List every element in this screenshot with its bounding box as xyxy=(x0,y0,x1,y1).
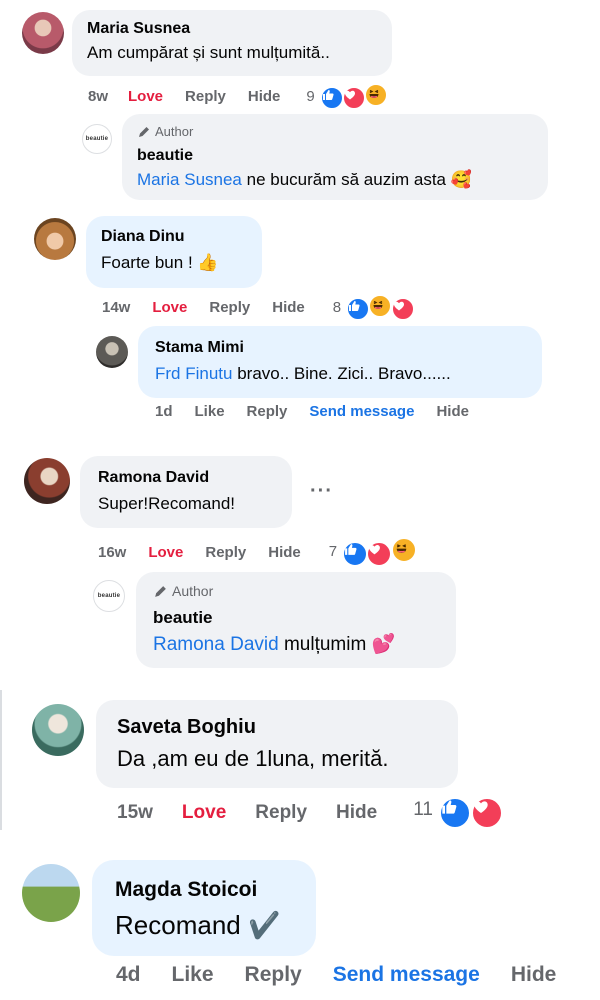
reply-text: Ramona David mulțumim 💕 xyxy=(153,632,395,656)
reply-button[interactable]: Reply xyxy=(209,299,250,316)
haha-reaction-icon xyxy=(364,83,389,107)
timestamp[interactable]: 16w xyxy=(98,544,126,561)
hide-button[interactable]: Hide xyxy=(272,299,305,316)
comment-actions: 15w Love Reply Hide 11 xyxy=(117,797,503,829)
comment-text: Recomand ✔️ xyxy=(115,910,281,940)
more-options-icon[interactable]: ··· xyxy=(310,480,333,503)
timestamp[interactable]: 14w xyxy=(102,299,130,316)
reaction-summary[interactable]: 7 xyxy=(329,537,417,567)
commenter-name[interactable]: Saveta Boghiu xyxy=(117,716,256,739)
comment-actions: 16w Love Reply Hide 7 xyxy=(98,537,417,567)
like-button[interactable]: Like xyxy=(172,963,214,987)
love-reaction-icon xyxy=(366,541,393,567)
reaction-summary[interactable]: 8 xyxy=(333,294,415,321)
reaction-summary[interactable]: 11 xyxy=(413,797,503,829)
love-button[interactable]: Love xyxy=(128,88,163,105)
thread-divider xyxy=(0,690,2,830)
pencil-icon xyxy=(139,126,149,137)
send-message-button[interactable]: Send message xyxy=(333,963,480,987)
comment-bubble: Magda Stoicoi Recomand ✔️ xyxy=(92,860,316,956)
haha-reaction-icon xyxy=(390,537,417,563)
comment-text: Super!Recomand! xyxy=(98,494,236,513)
love-button[interactable]: Love xyxy=(152,299,187,316)
comment-text: Foarte bun ! 👍 xyxy=(101,253,219,272)
hide-button[interactable]: Hide xyxy=(248,88,281,105)
reply-text: Frd Finutu bravo.. Bine. Zici.. Bravo...… xyxy=(155,364,451,384)
commenter-name[interactable]: Stama Mimi xyxy=(155,339,244,357)
commenter-name[interactable]: Magda Stoicoi xyxy=(115,878,257,902)
comment-actions: 8w Love Reply Hide 9 xyxy=(88,83,389,110)
author-badge: Author xyxy=(153,583,213,599)
send-message-button[interactable]: Send message xyxy=(309,403,414,420)
mention-link[interactable]: Ramona David xyxy=(153,634,279,655)
comment-actions: 14w Love Reply Hide 8 xyxy=(102,294,415,321)
comment-actions: 4d Like Reply Send message Hide xyxy=(116,963,556,987)
hide-button[interactable]: Hide xyxy=(336,802,377,824)
hide-button[interactable]: Hide xyxy=(436,403,469,420)
reply-button[interactable]: Reply xyxy=(245,963,302,987)
avatar[interactable] xyxy=(34,218,76,260)
comment-bubble: Diana Dinu Foarte bun ! 👍 xyxy=(86,216,262,288)
reaction-summary[interactable]: 9 xyxy=(306,83,389,110)
like-reaction-icon xyxy=(439,797,472,829)
reply-bubble: Author beautie Ramona David mulțumim 💕 xyxy=(136,572,456,668)
reaction-count: 8 xyxy=(332,299,342,316)
reply-bubble: Author beautie Maria Susnea ne bucurăm s… xyxy=(122,114,548,200)
commenter-name[interactable]: beautie xyxy=(137,147,193,165)
reaction-count: 11 xyxy=(413,799,433,820)
love-reaction-icon xyxy=(390,297,415,321)
comment-text: Da ,am eu de 1luna, merită. xyxy=(117,746,389,771)
haha-reaction-icon xyxy=(368,294,393,318)
love-reaction-icon xyxy=(342,86,367,110)
love-reaction-icon xyxy=(470,797,503,829)
reply-button[interactable]: Reply xyxy=(255,802,307,824)
reply-button[interactable]: Reply xyxy=(205,544,246,561)
avatar[interactable] xyxy=(96,336,128,368)
avatar[interactable] xyxy=(22,12,64,54)
comment-bubble: Maria Susnea Am cumpărat și sunt mulțumi… xyxy=(72,10,392,76)
reply-text: Maria Susnea ne bucurăm să auzim asta 🥰 xyxy=(137,170,472,190)
comment-actions: 1d Like Reply Send message Hide xyxy=(155,403,469,420)
like-reaction-icon xyxy=(319,86,344,110)
hide-button[interactable]: Hide xyxy=(511,963,557,987)
comment-text: Am cumpărat și sunt mulțumită.. xyxy=(87,43,330,62)
hide-button[interactable]: Hide xyxy=(268,544,301,561)
reply-body: mulțumim 💕 xyxy=(278,634,396,655)
timestamp[interactable]: 8w xyxy=(88,88,108,105)
avatar[interactable] xyxy=(32,704,84,756)
author-badge: Author xyxy=(137,124,193,139)
logo-text: beautie xyxy=(85,136,109,142)
like-reaction-icon xyxy=(342,541,369,567)
commenter-name[interactable]: Maria Susnea xyxy=(87,20,190,38)
pencil-icon xyxy=(155,585,166,597)
author-label: Author xyxy=(172,583,214,599)
page-logo[interactable]: beautie xyxy=(93,580,125,612)
reply-button[interactable]: Reply xyxy=(247,403,288,420)
comment-bubble: Saveta Boghiu Da ,am eu de 1luna, merită… xyxy=(96,700,458,788)
avatar[interactable] xyxy=(24,458,70,504)
reaction-count: 9 xyxy=(306,88,315,105)
commenter-name[interactable]: beautie xyxy=(153,608,213,628)
comment-bubble: Ramona David Super!Recomand! xyxy=(80,456,292,528)
like-button[interactable]: Like xyxy=(195,403,225,420)
mention-link[interactable]: Frd Finutu xyxy=(155,364,232,383)
reply-body: ne bucurăm să auzim asta 🥰 xyxy=(241,170,472,189)
commenter-name[interactable]: Diana Dinu xyxy=(101,228,185,246)
timestamp[interactable]: 1d xyxy=(155,403,173,420)
timestamp[interactable]: 4d xyxy=(116,963,141,987)
commenter-name[interactable]: Ramona David xyxy=(98,469,209,487)
avatar[interactable] xyxy=(22,864,80,922)
love-button[interactable]: Love xyxy=(148,544,183,561)
timestamp[interactable]: 15w xyxy=(117,802,153,824)
like-reaction-icon xyxy=(346,297,371,321)
page-logo[interactable]: beautie xyxy=(82,124,112,154)
author-label: Author xyxy=(155,124,194,139)
reply-bubble: Stama Mimi Frd Finutu bravo.. Bine. Zici… xyxy=(138,326,542,398)
reaction-count: 7 xyxy=(328,543,338,560)
love-button[interactable]: Love xyxy=(182,802,226,824)
logo-text: beautie xyxy=(97,593,121,599)
reply-body: bravo.. Bine. Zici.. Bravo...... xyxy=(232,364,451,383)
mention-link[interactable]: Maria Susnea xyxy=(137,170,242,189)
reply-button[interactable]: Reply xyxy=(185,88,226,105)
